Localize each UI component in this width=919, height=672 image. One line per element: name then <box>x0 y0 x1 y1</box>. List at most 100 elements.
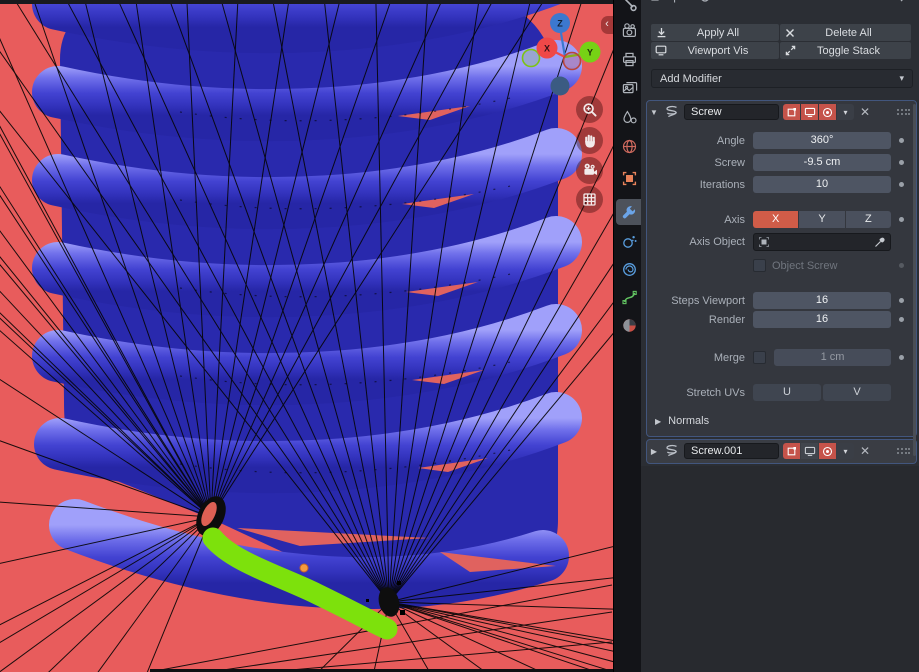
add-modifier-label: Add Modifier <box>660 72 722 85</box>
edit-mode-toggle[interactable] <box>783 104 800 120</box>
edit-mode-toggle[interactable] <box>783 443 800 459</box>
merge-row: Merge 1 cm <box>641 349 912 366</box>
extras-dropdown[interactable]: ▾ <box>837 104 854 120</box>
render-steps-field[interactable]: 16 <box>753 311 891 328</box>
merge-checkbox[interactable] <box>753 351 766 364</box>
orthographic-toggle-button[interactable] <box>576 185 603 213</box>
grid-icon <box>583 192 596 206</box>
tab-object-data[interactable] <box>616 284 642 310</box>
properties-scrollbar[interactable] <box>913 104 916 456</box>
normals-collapse-triangle[interactable]: ▶ <box>655 417 661 426</box>
curve-data-icon <box>621 290 637 304</box>
world-globe-icon <box>622 139 636 153</box>
screw-label: Screw <box>714 156 745 169</box>
axis-z-button[interactable]: Z <box>845 211 891 228</box>
pan-button[interactable] <box>576 127 603 154</box>
camera-icon <box>583 163 597 175</box>
steps-viewport-animate-dot[interactable] <box>899 298 904 303</box>
angle-field[interactable]: 360° <box>753 132 891 149</box>
tab-tool[interactable] <box>616 0 642 18</box>
stretch-v-button[interactable]: V <box>823 384 891 401</box>
remove-modifier-button[interactable]: ✕ <box>854 105 876 119</box>
screw001-modifier-header: ▶ Screw.001 ▾ ✕ <box>647 441 916 461</box>
object-screw-label: Object Screw <box>772 259 838 272</box>
merge-animate-dot[interactable] <box>899 355 904 360</box>
breadcrumb-object[interactable]: Spiral <box>666 0 694 3</box>
delete-all-button[interactable]: Delete All <box>780 24 911 41</box>
extras-dropdown[interactable]: ▾ <box>837 443 854 459</box>
steps-viewport-row: Steps Viewport 16 <box>641 292 912 309</box>
tab-particles[interactable] <box>616 228 642 254</box>
breadcrumb-clip: Spiral Corkscrew <box>641 0 919 8</box>
magnifier-plus-icon <box>582 102 597 117</box>
axis-segmented-control: X Y Z <box>753 211 891 228</box>
axis-y-button[interactable]: Y <box>799 211 845 228</box>
properties-tab-column <box>613 0 642 672</box>
viewport-3d[interactable]: X Y Z ‹ <box>0 0 613 672</box>
axis-animate-dot[interactable] <box>899 217 904 222</box>
render-steps-animate-dot[interactable] <box>899 317 904 322</box>
axis-object-label: Axis Object <box>689 236 745 248</box>
eyedropper-icon[interactable] <box>874 236 886 248</box>
normals-label: Normals <box>668 415 710 427</box>
drag-grip[interactable] <box>896 103 910 121</box>
toggle-stack-label: Toggle Stack <box>817 44 880 57</box>
object-icon <box>651 0 659 1</box>
realtime-display-toggle-off[interactable] <box>801 443 818 459</box>
wrench-icon <box>622 205 635 218</box>
tab-modifiers-active[interactable] <box>616 199 642 225</box>
render-display-toggle[interactable] <box>819 443 836 459</box>
merge-distance-field[interactable]: 1 cm <box>774 349 891 366</box>
gizmo-axis-neg-z[interactable] <box>550 76 570 96</box>
normals-subpanel-header[interactable]: ▶ Normals <box>655 415 709 427</box>
tab-view-layer[interactable] <box>616 75 642 101</box>
add-modifier-dropdown[interactable]: Add Modifier ▾ <box>651 69 913 88</box>
stretch-u-button[interactable]: U <box>753 384 821 401</box>
iterations-animate-dot[interactable] <box>899 182 904 187</box>
printer-icon <box>622 52 636 66</box>
realtime-display-toggle[interactable] <box>801 104 818 120</box>
remove-modifier-button[interactable]: ✕ <box>854 444 876 458</box>
screw-name-field[interactable]: Screw <box>684 104 779 120</box>
tab-render[interactable] <box>616 17 642 43</box>
steps-viewport-field[interactable]: 16 <box>753 292 891 309</box>
screw-display-toggles <box>783 104 836 120</box>
navigation-gizmo[interactable]: X Y Z <box>515 5 613 105</box>
breadcrumb-data[interactable]: Corkscrew <box>716 0 768 3</box>
apply-icon <box>651 27 671 38</box>
collapse-triangle[interactable]: ▶ <box>647 447 661 456</box>
tab-output[interactable] <box>616 46 642 72</box>
toggle-stack-button[interactable]: Toggle Stack <box>780 42 911 59</box>
drag-grip[interactable] <box>896 442 910 460</box>
apply-all-button[interactable]: Apply All <box>651 24 779 41</box>
tab-material[interactable] <box>616 312 642 338</box>
viewport-vis-button[interactable]: Viewport Vis <box>651 42 779 59</box>
camera-view-button[interactable] <box>576 156 603 184</box>
zoom-button[interactable] <box>576 96 603 123</box>
iterations-row: Iterations 10 <box>641 176 912 193</box>
screw001-name-field[interactable]: Screw.001 <box>684 443 779 459</box>
render-display-toggle[interactable] <box>819 104 836 120</box>
iterations-field[interactable]: 10 <box>753 176 891 193</box>
tab-scene[interactable] <box>616 104 642 130</box>
tab-object[interactable] <box>616 165 642 191</box>
axis-object-field[interactable] <box>753 233 891 251</box>
sidebar-collapse-tab[interactable]: ‹ <box>601 16 613 34</box>
object-screw-animate-dot[interactable] <box>899 263 904 268</box>
collapse-triangle[interactable]: ▼ <box>647 108 661 117</box>
render-camera-icon <box>622 22 636 37</box>
monitor-icon <box>651 45 671 56</box>
screw-modifier-header: ▼ Screw ▾ ✕ <box>647 102 916 122</box>
screw-animate-dot[interactable] <box>899 160 904 165</box>
screw001-display-toggles <box>783 443 836 459</box>
tab-physics[interactable] <box>616 256 642 282</box>
gizmo-axis-neg-y[interactable] <box>521 48 541 68</box>
gizmo-axis-neg-x[interactable] <box>562 51 582 71</box>
angle-animate-dot[interactable] <box>899 138 904 143</box>
object-screw-row: Object Screw <box>641 258 912 273</box>
object-screw-checkbox[interactable] <box>753 259 766 272</box>
screw-field[interactable]: -9.5 cm <box>753 154 891 171</box>
tab-world[interactable] <box>616 133 642 159</box>
modifier-properties-editor: Spiral Corkscrew Apply All <box>641 0 919 672</box>
axis-x-button[interactable]: X <box>753 211 799 228</box>
